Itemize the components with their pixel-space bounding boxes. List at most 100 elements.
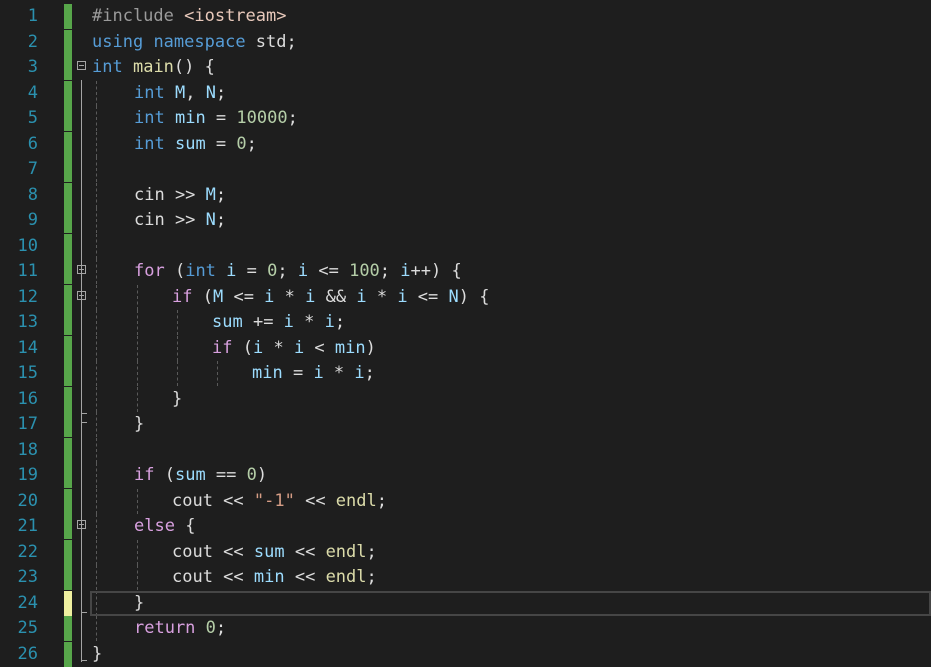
code-text[interactable]: int M, N; — [134, 81, 226, 106]
code-line[interactable]: 21 else { — [0, 514, 931, 539]
indent-guide — [177, 310, 178, 335]
code-line[interactable]: 8 cin >> M; — [0, 182, 931, 208]
code-token: 0 — [246, 465, 257, 485]
change-marker — [64, 157, 72, 182]
code-line[interactable]: 4 int M, N; — [0, 80, 931, 106]
code-line[interactable]: 19 if (sum == 0) — [0, 463, 931, 488]
code-text[interactable]: } — [134, 412, 144, 437]
code-line[interactable]: 20 cout << "-1" << endl; — [0, 488, 931, 514]
code-line[interactable]: 23 cout << min << endl; — [0, 565, 931, 590]
line-number: 3 — [27, 57, 38, 77]
code-token: * — [323, 363, 355, 383]
code-line[interactable]: 17} — [0, 412, 931, 437]
code-token: * — [366, 286, 398, 307]
indent-guide — [177, 361, 178, 386]
code-line[interactable]: 9 cin >> N; — [0, 208, 931, 233]
code-token: N — [205, 210, 216, 230]
code-text[interactable]: int main() { — [92, 55, 215, 80]
code-token: ; — [277, 261, 298, 281]
code-line[interactable]: 26} — [0, 641, 931, 667]
code-token: 0 — [205, 618, 216, 638]
indent-guide — [96, 412, 97, 437]
code-token: == — [205, 465, 247, 485]
code-text[interactable]: int sum = 0; — [134, 132, 257, 157]
code-text[interactable]: return 0; — [134, 616, 226, 641]
code-token: for — [134, 261, 165, 281]
code-line[interactable]: 2 using namespace std; — [0, 29, 931, 55]
code-token: cout << — [172, 567, 254, 587]
code-token: endl — [325, 567, 367, 587]
code-token: } — [172, 388, 183, 409]
code-line[interactable]: 11 for (int i = 0; i <= 100; i++) { — [0, 259, 931, 284]
code-text[interactable]: else { — [134, 514, 195, 539]
change-marker — [64, 233, 72, 259]
indent-guide — [96, 208, 97, 233]
indent-guide — [96, 514, 97, 539]
indent-guide — [96, 488, 97, 514]
code-text[interactable]: cout << sum << endl; — [172, 540, 377, 565]
code-token: ) — [256, 465, 268, 485]
change-marker — [64, 412, 72, 437]
indent-guide — [96, 284, 97, 310]
code-text[interactable]: cout << min << endl; — [172, 565, 377, 590]
line-number: 16 — [17, 388, 38, 409]
code-line[interactable]: 6 int sum = 0; — [0, 131, 931, 157]
code-text[interactable]: min = i * i; — [252, 361, 375, 386]
code-text[interactable]: cin >> M; — [134, 183, 226, 208]
code-line[interactable]: 16} — [0, 386, 931, 412]
indent-guide — [137, 310, 138, 335]
code-line[interactable]: 18 — [0, 437, 931, 463]
code-line[interactable]: 3 int main() { — [0, 55, 931, 80]
code-text[interactable]: if (M <= i * i && i * i <= N) { — [172, 285, 489, 310]
code-token: #include — [92, 6, 185, 26]
code-text[interactable]: cin >> N; — [134, 208, 226, 233]
code-text[interactable]: int min = 10000; — [134, 106, 298, 131]
code-text[interactable]: } — [92, 642, 102, 667]
change-marker — [64, 310, 72, 335]
code-line[interactable]: 22 cout << sum << endl; — [0, 539, 931, 565]
code-token: ; — [215, 82, 227, 103]
code-token: * — [274, 286, 306, 307]
code-line[interactable]: 10 — [0, 233, 931, 259]
change-marker — [64, 539, 72, 565]
fold-end-tick — [81, 413, 87, 414]
change-marker — [64, 488, 72, 514]
indent-guide — [137, 335, 138, 361]
code-text[interactable]: #include <iostream> — [92, 4, 286, 29]
code-text[interactable]: } — [172, 387, 182, 412]
code-text[interactable]: if (i * i < min) — [212, 336, 376, 361]
code-text[interactable]: for (int i = 0; i <= 100; i++) { — [134, 259, 462, 284]
change-marker — [64, 259, 72, 284]
code-text[interactable]: using namespace std; — [92, 30, 297, 55]
code-token: << — [284, 541, 326, 562]
line-number: 22 — [17, 541, 38, 562]
code-text[interactable]: cout << "-1" << endl; — [172, 489, 387, 514]
code-line[interactable]: 15 min = i * i; — [0, 361, 931, 386]
indent-guide — [96, 310, 97, 335]
fold-region-line — [81, 80, 82, 662]
code-text[interactable]: if (sum == 0) — [134, 463, 267, 488]
code-line[interactable]: 1 #include <iostream> — [0, 4, 931, 29]
code-token: 0 — [267, 261, 278, 281]
line-number: 6 — [27, 133, 38, 154]
collapse-icon[interactable] — [77, 61, 86, 70]
line-number: 10 — [17, 235, 38, 256]
code-line[interactable]: 12 if (M <= i * i && i * i <= N) { — [0, 284, 931, 310]
code-editor[interactable]: 1 #include <iostream> 2 using namespace std… — [0, 0, 931, 667]
code-line[interactable]: 7 — [0, 157, 931, 182]
indent-guide — [96, 463, 97, 488]
code-token: ( — [192, 286, 213, 307]
line-number: 1 — [27, 6, 38, 26]
code-line[interactable]: 13 sum += i * i; — [0, 310, 931, 335]
indent-guide — [96, 259, 97, 284]
code-text[interactable]: sum += i * i; — [212, 310, 345, 335]
code-token: ; — [246, 133, 257, 154]
code-line[interactable]: 14 if (i * i < min) — [0, 335, 931, 361]
code-token: N — [205, 82, 216, 103]
line-number: 13 — [17, 312, 38, 332]
code-line[interactable]: 5 int min = 10000; — [0, 106, 931, 131]
code-line[interactable]: 25 return 0; — [0, 616, 931, 641]
